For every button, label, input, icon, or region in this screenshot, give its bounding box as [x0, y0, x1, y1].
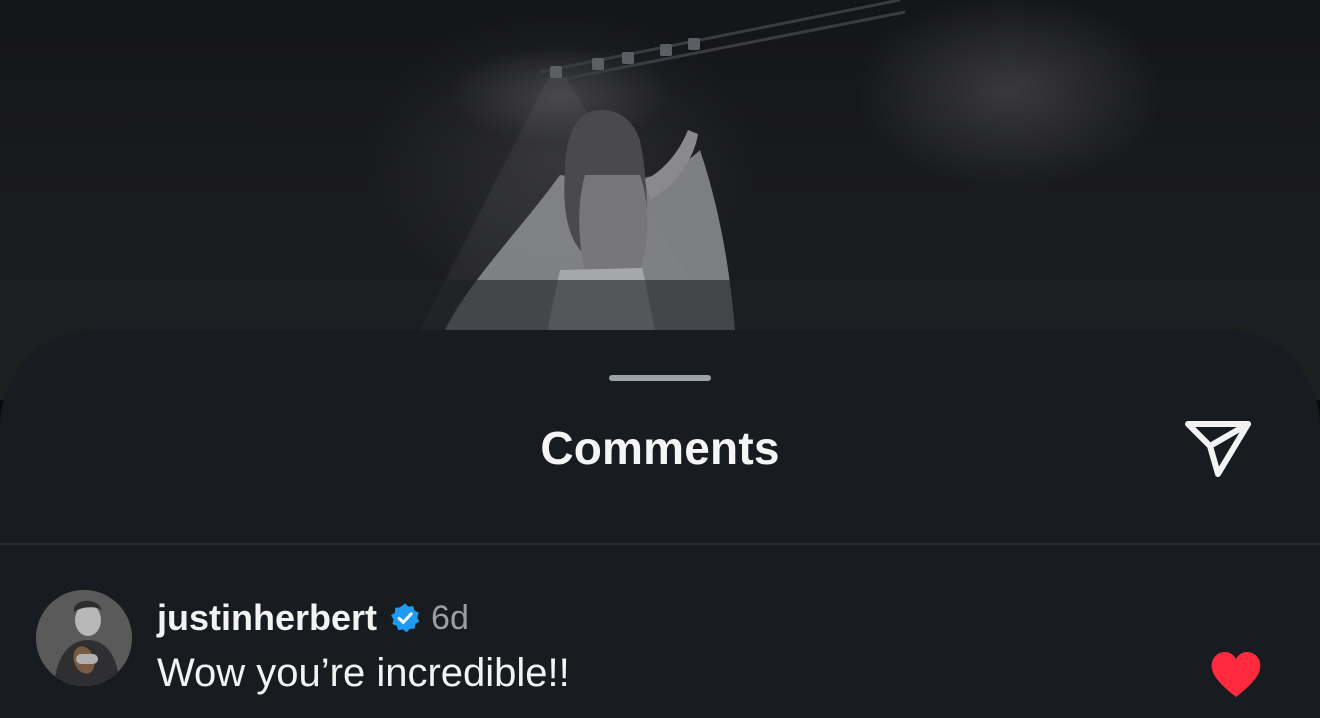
paper-plane-icon	[1185, 421, 1251, 477]
heart-filled-icon	[1211, 652, 1261, 697]
sheet-drag-handle[interactable]	[609, 375, 711, 381]
comment-text: Wow you’re incredible!!	[157, 651, 570, 695]
comments-sheet: Comments justinherbert 6d Wow you’re inc…	[0, 330, 1320, 718]
avatar[interactable]	[36, 590, 132, 686]
share-button[interactable]	[1180, 414, 1256, 484]
sheet-title: Comments	[540, 422, 780, 474]
verified-badge-icon	[389, 602, 421, 634]
comment-username[interactable]: justinherbert	[157, 596, 377, 640]
comment-timestamp: 6d	[431, 599, 469, 637]
avatar-photo	[36, 590, 132, 686]
header-divider	[0, 543, 1320, 545]
like-button[interactable]	[1210, 651, 1262, 699]
instagram-comments-screen: Comments justinherbert 6d Wow you’re inc…	[0, 0, 1320, 718]
comment-header: justinherbert 6d	[157, 593, 469, 643]
comment-item: justinherbert 6d Wow you’re incredible!!	[0, 585, 1320, 697]
